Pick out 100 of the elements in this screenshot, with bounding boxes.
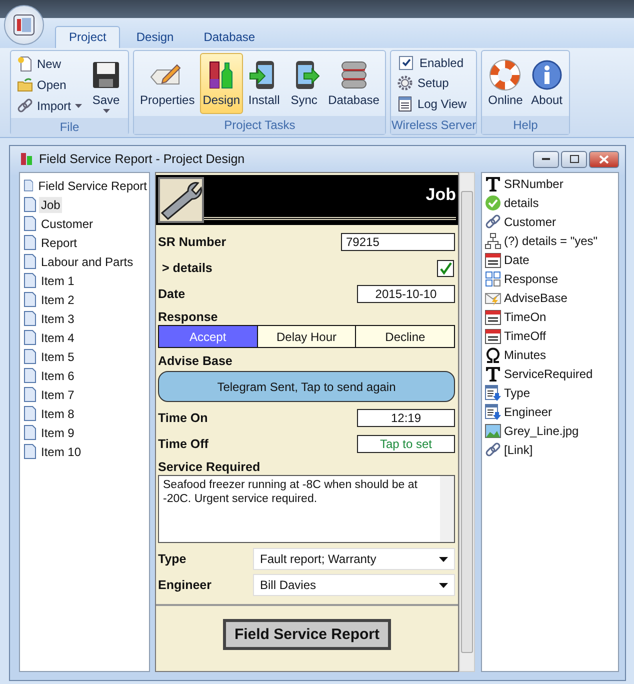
field-label: Advise Base [158,354,234,368]
group-title: Project Tasks [134,116,386,134]
page-icon [24,406,36,421]
page-item[interactable]: Customer [39,216,96,232]
page-icon [24,387,36,402]
page-item[interactable]: Job [39,196,62,212]
element-item[interactable]: Engineer [504,404,552,418]
scrollbar[interactable] [440,476,454,542]
ribbon-button[interactable]: Setup [394,74,470,92]
ribbon-button[interactable]: Sync [285,53,324,114]
page-icon [24,368,36,383]
page-item[interactable]: Item 7 [39,386,76,402]
text-icon [485,366,501,382]
date-field[interactable]: 12:19 [357,409,455,427]
dropdown[interactable]: Fault report; Warranty [253,548,455,570]
page-item[interactable]: Item 8 [39,406,76,422]
caret-icon [439,556,448,562]
report-button[interactable]: Field Service Report [223,619,391,650]
group-title: Wireless Server [391,116,476,134]
page-icon [24,444,36,459]
page-item[interactable]: Item 9 [39,424,76,440]
page-item[interactable]: Item 10 [39,444,84,460]
page-icon [24,292,36,307]
date-field[interactable]: 2015-10-10 [357,285,455,303]
ribbon-button[interactable]: Enabled [394,54,470,70]
enabled-checkbox[interactable] [399,56,414,70]
folder-icon [17,76,33,92]
page-item[interactable]: Item 4 [39,330,76,346]
ribbon-button[interactable]: Database [325,53,382,114]
element-item[interactable]: TimeOff [504,328,546,342]
field-label: Type [158,552,186,566]
ribbon-button[interactable]: Design [200,53,244,114]
lifebuoy-icon [489,59,522,91]
ribbon-tab[interactable]: Project [55,26,120,48]
field-label: Response [158,310,219,324]
ribbon-button[interactable]: Save [87,53,126,116]
close-button[interactable] [589,150,619,168]
date-field[interactable]: Tap to set [357,435,455,453]
field-label: Time On [158,411,208,425]
page-icon [24,273,36,288]
page-icon [24,197,36,212]
page-item[interactable]: Report [39,234,80,250]
minimize-button[interactable] [533,150,559,168]
element-item[interactable]: Response [504,272,558,286]
page-item[interactable]: Labour and Parts [39,254,136,270]
element-item[interactable]: details [504,196,539,210]
dropdown[interactable]: Bill Davies [253,574,455,596]
text-field[interactable]: 79215 [341,233,455,251]
hierarchy-icon [485,232,501,248]
image-icon [485,422,501,438]
ribbon-button[interactable]: Install [245,53,284,114]
calendar-icon [485,308,501,324]
page-item[interactable]: Item 5 [39,348,76,364]
new-page-icon [17,56,33,72]
ribbon-tab[interactable]: Database [190,26,270,48]
checkmark-icon [485,194,501,210]
segment-option[interactable]: Decline [355,326,454,347]
ribbon-button[interactable]: About [528,53,566,114]
element-item[interactable]: Minutes [504,348,546,362]
grid-icon [485,270,501,286]
info-icon [530,59,563,91]
text-area[interactable]: Seafood freezer running at -8C when should be at -20C. Urgent service required. [158,475,455,543]
page-icon [24,254,36,269]
ribbon-tab[interactable]: Design [122,26,188,48]
app-logo [11,12,37,38]
group-title: Help [482,116,569,134]
element-item[interactable]: ServiceRequired [504,366,593,380]
link-icon [485,214,501,230]
ribbon-button[interactable]: New [14,54,86,72]
ribbon-button[interactable]: Online [485,53,526,114]
element-item[interactable]: Grey_Line.jpg [504,424,579,438]
element-item[interactable]: Date [504,252,530,266]
page-icon [24,216,36,231]
element-item[interactable]: TimeOn [504,310,546,324]
page-item[interactable]: Item 1 [39,272,76,288]
element-item[interactable]: SRNumber [504,176,564,190]
ribbon-button[interactable]: Open [14,76,86,94]
segment-option[interactable]: Accept [159,326,257,347]
ribbon-button[interactable]: Properties [137,53,198,114]
calendar-icon [485,252,501,268]
element-item[interactable]: Customer [504,214,556,228]
send-button[interactable]: Telegram Sent, Tap to send again [158,371,455,402]
page-icon [24,330,36,345]
calendar-icon [485,328,501,344]
element-item[interactable]: AdviseBase [504,290,568,304]
ribbon-button[interactable]: Log View [394,94,470,112]
checkbox[interactable] [437,260,454,276]
scrollbar[interactable] [459,172,475,672]
element-item[interactable]: [Link] [504,442,533,456]
segment-option[interactable]: Delay Hour [256,326,356,347]
maximize-button[interactable] [561,150,587,168]
page-item[interactable]: Field Service Report [36,178,149,194]
element-item[interactable]: Type [504,386,530,400]
page-item[interactable]: Item 3 [39,310,76,326]
page-item[interactable]: Item 6 [39,368,76,384]
ribbon-button[interactable]: Import [14,96,86,114]
element-item[interactable]: (?) details = "yes" [504,234,598,248]
field-label: Time Off [158,437,208,451]
page-item[interactable]: Item 2 [39,292,76,308]
close-icon [599,154,609,164]
